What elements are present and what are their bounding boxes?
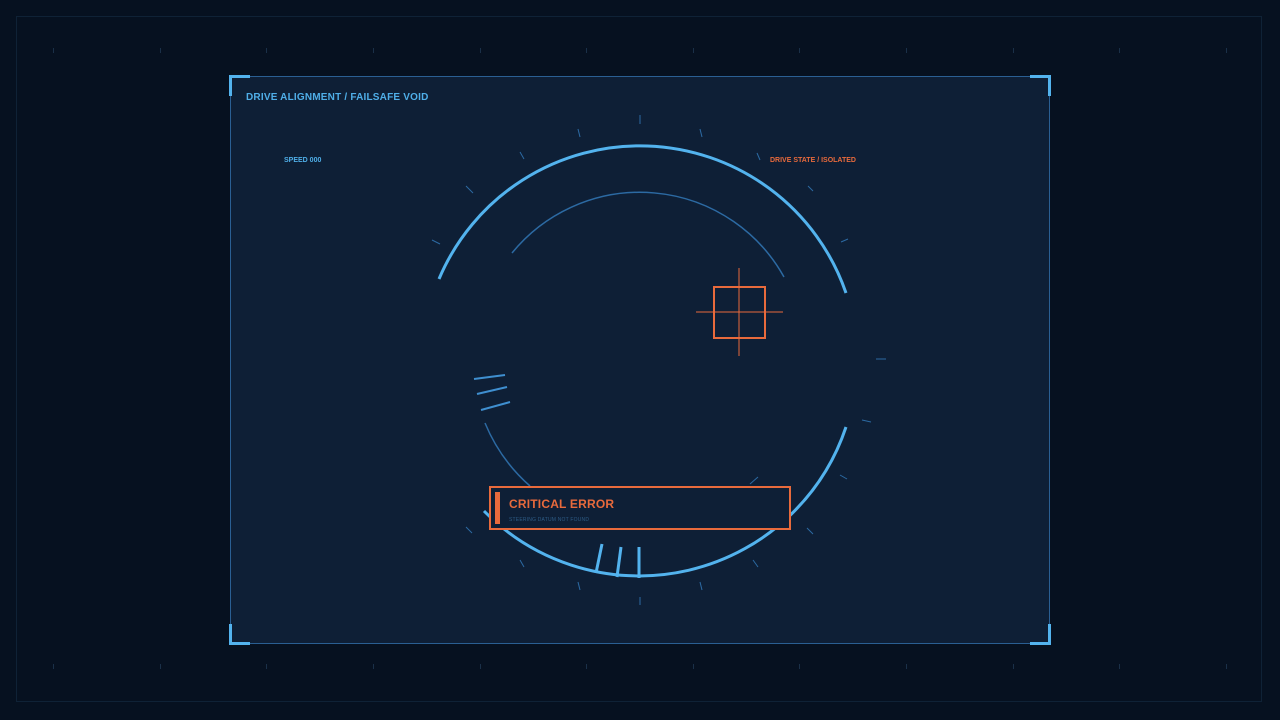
- inner-ring-bottom-arc: [484, 422, 531, 487]
- inner-ring-top-arc: [511, 191, 785, 278]
- outer-ring-top-arc: [437, 144, 848, 294]
- alignment-marker-lines: [473, 374, 511, 411]
- alert-title: CRITICAL ERROR: [509, 497, 615, 511]
- alert-accent-bar: [495, 492, 500, 524]
- alert-message: STEERING DATUM NOT FOUND: [509, 517, 590, 523]
- crosshair-reticle-icon: [696, 268, 783, 356]
- gauge-ticks: [431, 115, 886, 605]
- critical-error-alert: CRITICAL ERROR STEERING DATUM NOT FOUND: [489, 486, 791, 530]
- steering-ring-gauge: [431, 115, 886, 605]
